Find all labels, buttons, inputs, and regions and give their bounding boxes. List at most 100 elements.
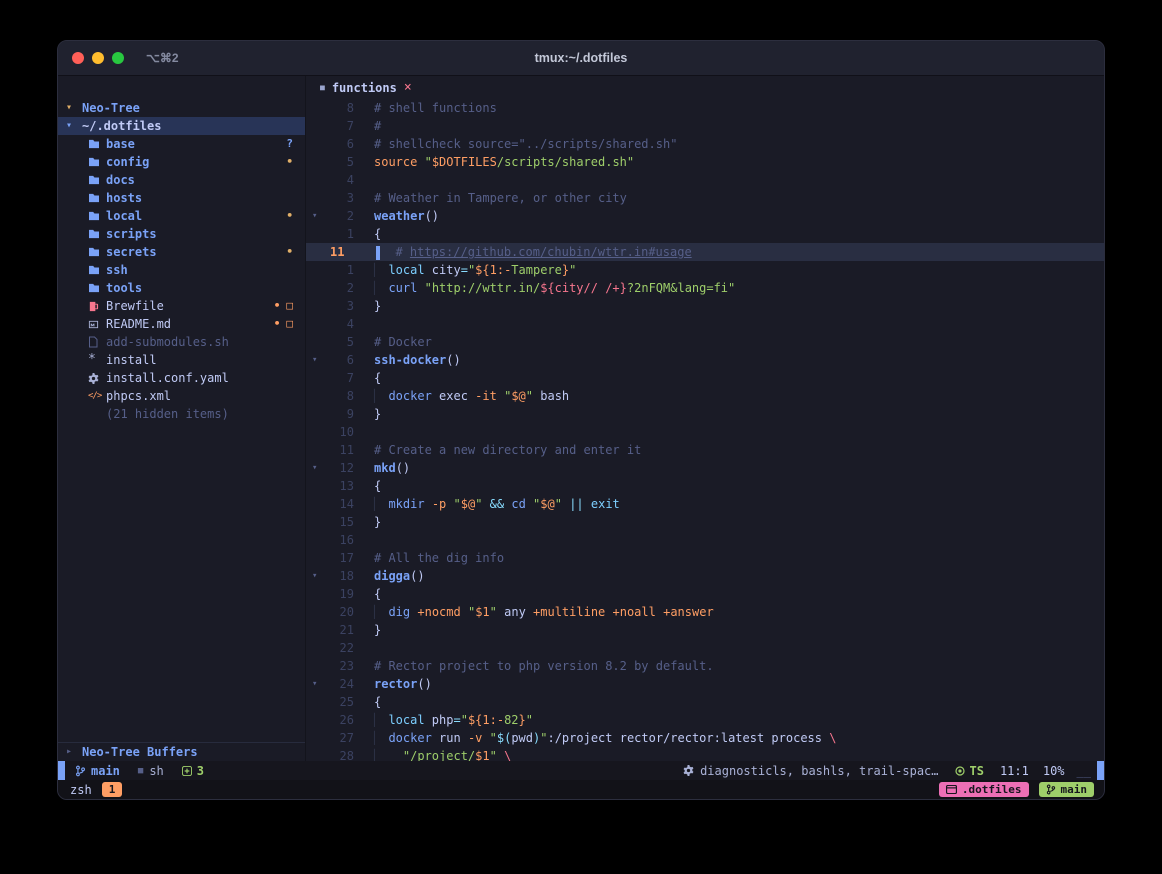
fold-column: [306, 477, 328, 495]
git-status-badge: •: [286, 153, 293, 171]
code-line[interactable]: 10: [306, 423, 1104, 441]
code-line[interactable]: 5# Docker: [306, 333, 1104, 351]
line-number: 27: [328, 729, 354, 747]
code-line[interactable]: 6# shellcheck source="../scripts/shared.…: [306, 135, 1104, 153]
code-text: rector(): [354, 675, 432, 693]
fold-chevron-icon[interactable]: ▾: [306, 567, 328, 585]
code-line[interactable]: 21}: [306, 621, 1104, 639]
code-line[interactable]: 25{: [306, 693, 1104, 711]
neo-tree-header[interactable]: ▾ Neo-Tree: [58, 99, 305, 117]
tabline: ■ functions ×: [306, 76, 1104, 99]
tree-item-docs[interactable]: docs: [58, 171, 305, 189]
code-line[interactable]: 9}: [306, 405, 1104, 423]
code-line[interactable]: 14▏ mkdir -p "$@" && cd "$@" || exit: [306, 495, 1104, 513]
tree-item-add-submodules.sh[interactable]: add-submodules.sh: [58, 333, 305, 351]
line-number: 8: [328, 99, 354, 117]
tree-item-local[interactable]: local•: [58, 207, 305, 225]
git-status-badges: ?: [286, 135, 305, 153]
code-line[interactable]: 23# Rector project to php version 8.2 by…: [306, 657, 1104, 675]
code-line[interactable]: 3# Weather in Tampere, or other city: [306, 189, 1104, 207]
tree-item-base[interactable]: base?: [58, 135, 305, 153]
fold-column: [306, 135, 328, 153]
tree-item-hosts[interactable]: hosts: [58, 189, 305, 207]
session-name: .dotfiles: [962, 783, 1022, 796]
code-line[interactable]: 4: [306, 171, 1104, 189]
code-line[interactable]: 1▏ local city="${1:-Tampere}": [306, 261, 1104, 279]
fold-column: [306, 693, 328, 711]
tree-item-label: scripts: [106, 225, 157, 243]
code-line[interactable]: ▾12mkd(): [306, 459, 1104, 477]
neo-tree-buffers-section[interactable]: ▸ Neo-Tree Buffers: [58, 742, 305, 761]
fold-chevron-icon[interactable]: ▾: [306, 351, 328, 369]
code-line[interactable]: 7{: [306, 369, 1104, 387]
code-line[interactable]: 16: [306, 531, 1104, 549]
tree-root-item[interactable]: ▾ ~/.dotfiles: [58, 117, 305, 135]
code-line[interactable]: ▾24rector(): [306, 675, 1104, 693]
git-branch-icon: [1046, 784, 1056, 795]
code-line[interactable]: 13{: [306, 477, 1104, 495]
close-buffer-icon[interactable]: ×: [404, 80, 412, 95]
code-line[interactable]: 19{: [306, 585, 1104, 603]
code-line[interactable]: 7#: [306, 117, 1104, 135]
shell-name: zsh: [70, 783, 92, 797]
code-text: ▏ mkdir -p "$@" && cd "$@" || exit: [354, 495, 620, 513]
line-number: 17: [328, 549, 354, 567]
tree-item-install[interactable]: *install: [58, 351, 305, 369]
titlebar[interactable]: ⌥⌘2 tmux:~/.dotfiles: [58, 41, 1104, 76]
code-line[interactable]: 26▏ local php="${1:-82}": [306, 711, 1104, 729]
line-number: 8: [328, 387, 354, 405]
folder-icon: [88, 247, 106, 257]
tmux-branch-badge[interactable]: main: [1039, 782, 1095, 797]
code-line[interactable]: ▾18digga(): [306, 567, 1104, 585]
tree-item-README.md[interactable]: README.md•□: [58, 315, 305, 333]
tree-item-config[interactable]: config•: [58, 153, 305, 171]
code-line[interactable]: 27▏ docker run -v "$(pwd)":/project rect…: [306, 729, 1104, 747]
code-line[interactable]: 1{: [306, 225, 1104, 243]
zoom-window-button[interactable]: [112, 52, 124, 64]
code-line[interactable]: 22: [306, 639, 1104, 657]
fold-column: [306, 729, 328, 747]
buffer-content[interactable]: 8# shell functions7#6# shellcheck source…: [306, 99, 1104, 761]
code-text: {: [354, 225, 381, 243]
fold-chevron-icon[interactable]: ▾: [306, 207, 328, 225]
tmux-window-badge[interactable]: 1: [102, 782, 123, 797]
tree-item-ssh[interactable]: ssh: [58, 261, 305, 279]
tree-item-21hiddenitems[interactable]: (21 hidden items): [58, 405, 305, 423]
code-text: ▏ docker run -v "$(pwd)":/project rector…: [354, 729, 836, 747]
fold-chevron-icon[interactable]: ▾: [306, 459, 328, 477]
code-line[interactable]: 8# shell functions: [306, 99, 1104, 117]
code-text: ▏ dig +nocmd "$1" any +multiline +noall …: [354, 603, 714, 621]
code-line[interactable]: 28▏ "/project/$1" \: [306, 747, 1104, 761]
close-window-button[interactable]: [72, 52, 84, 64]
neo-tree-panel: ▾ Neo-Tree ▾ ~/.dotfiles base?config•doc…: [58, 76, 306, 761]
fold-column: [306, 441, 328, 459]
code-line[interactable]: 8▏ docker exec -it "$@" bash: [306, 387, 1104, 405]
code-text: [354, 171, 374, 189]
chevron-down-icon: ▾: [66, 117, 82, 135]
code-line[interactable]: 20▏ dig +nocmd "$1" any +multiline +noal…: [306, 603, 1104, 621]
code-line[interactable]: 11 # https://github.com/chubin/wttr.in#u…: [306, 243, 1104, 261]
code-line[interactable]: 3}: [306, 297, 1104, 315]
code-line[interactable]: 15}: [306, 513, 1104, 531]
line-number: 11: [328, 243, 356, 261]
code-line[interactable]: 17# All the dig info: [306, 549, 1104, 567]
code-line[interactable]: 5source "$DOTFILES/scripts/shared.sh": [306, 153, 1104, 171]
tab-functions[interactable]: ■ functions ×: [320, 80, 412, 95]
tree-item-Brewfile[interactable]: Brewfile•□: [58, 297, 305, 315]
git-branch-icon: [75, 765, 86, 777]
fold-chevron-icon[interactable]: ▾: [306, 675, 328, 693]
code-line[interactable]: ▾6ssh-docker(): [306, 351, 1104, 369]
tmux-session-badge[interactable]: .dotfiles: [939, 782, 1029, 797]
tree-item-phpcs.xml[interactable]: </>phpcs.xml: [58, 387, 305, 405]
code-line[interactable]: 4: [306, 315, 1104, 333]
tree-item-scripts[interactable]: scripts: [58, 225, 305, 243]
code-line[interactable]: 11# Create a new directory and enter it: [306, 441, 1104, 459]
minimize-window-button[interactable]: [92, 52, 104, 64]
code-line[interactable]: 2▏ curl "http://wttr.in/${city// /+}?2nF…: [306, 279, 1104, 297]
fold-column: [306, 189, 328, 207]
tree-item-install.conf.yaml[interactable]: install.conf.yaml: [58, 369, 305, 387]
tree-item-secrets[interactable]: secrets•: [58, 243, 305, 261]
code-text: {: [354, 693, 381, 711]
tree-item-tools[interactable]: tools: [58, 279, 305, 297]
code-line[interactable]: ▾2weather(): [306, 207, 1104, 225]
